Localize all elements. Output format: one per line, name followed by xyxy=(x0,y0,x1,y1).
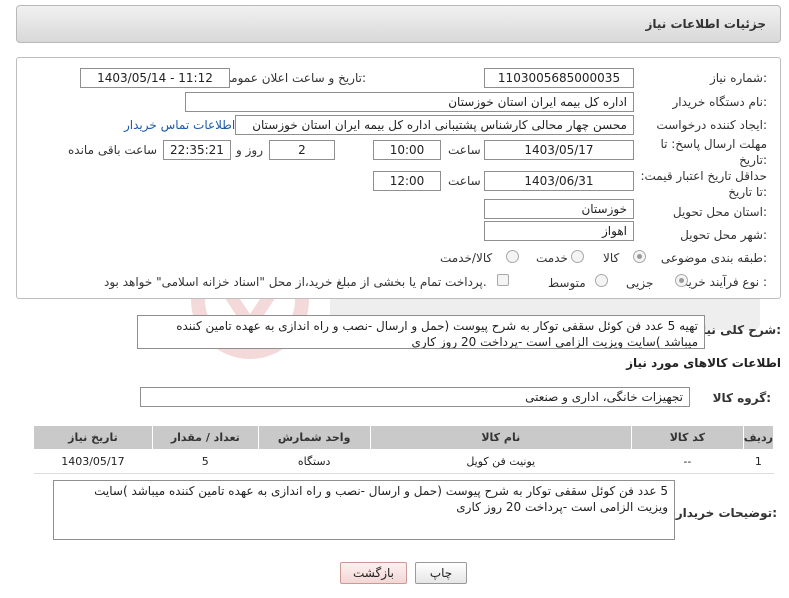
cell-code: -- xyxy=(631,449,744,474)
province-label: استان محل تحویل: xyxy=(672,205,767,219)
creator-label: ایجاد کننده درخواست: xyxy=(656,118,767,132)
summary-label: شرح کلی نیاز: xyxy=(695,323,781,337)
days-field: 2 xyxy=(269,140,335,160)
category-radio-both[interactable] xyxy=(506,250,519,263)
goods-table: ردیف کد کالا نام کالا واحد شمارش تعداد /… xyxy=(33,425,775,474)
creator-field: محسن چهار محالی کارشناس پشتیبانی اداره ک… xyxy=(235,115,634,135)
col-date: تاریخ نیاز xyxy=(33,425,153,450)
process-option-medium: متوسط xyxy=(548,276,586,290)
category-option-service: خدمت xyxy=(536,251,568,265)
category-radio-service[interactable] xyxy=(571,250,584,263)
remaining-time-field: 22:35:21 xyxy=(163,140,231,160)
col-qty: تعداد / مقدار xyxy=(151,425,259,450)
cell-row: 1 xyxy=(743,449,774,474)
deadline-date-field: 1403/05/17 xyxy=(484,140,634,160)
buyer-notes-label: توضیحات خریدار: xyxy=(675,506,777,520)
validity-date-field: 1403/06/31 xyxy=(484,171,634,191)
need-number-label: شماره نیاز: xyxy=(709,71,767,85)
summary-textarea: تهیه 5 عدد فن کوئل سقفی توکار به شرح پیو… xyxy=(137,315,705,349)
category-option-both: کالا/خدمت xyxy=(440,251,493,265)
cell-name: یونیت فن کویل xyxy=(370,449,632,474)
deadline-label: مهلت ارسال پاسخ: تا تاریخ: xyxy=(660,137,767,167)
goods-group-label: گروه کالا: xyxy=(712,391,771,405)
cell-qty: 5 xyxy=(152,449,259,474)
contact-info-link[interactable]: اطلاعات تماس خریدار xyxy=(124,118,235,132)
city-field: اهواز xyxy=(484,221,634,241)
deadline-time-label: ساعت xyxy=(448,143,481,157)
buyer-org-label: نام دستگاه خریدار: xyxy=(672,95,768,109)
validity-label: حداقل تاریخ اعتبار قیمت: تا تاریخ: xyxy=(640,169,767,199)
city-label: شهر محل تحویل: xyxy=(680,228,767,242)
process-label: نوع فرآیند خرید : xyxy=(682,275,767,289)
cell-unit: دستگاه xyxy=(258,449,371,474)
need-number-field: 1103005685000035 xyxy=(484,68,634,88)
print-button[interactable]: چاپ xyxy=(415,562,467,584)
announce-field: 1403/05/14 - 11:12 xyxy=(80,68,230,88)
treasury-payment-note: پرداخت تمام یا بخشی از مبلغ خرید،از محل … xyxy=(104,275,487,289)
col-unit: واحد شمارش xyxy=(257,425,371,450)
col-row: ردیف xyxy=(742,425,775,450)
deadline-time-field: 10:00 xyxy=(373,140,441,160)
announce-label: تاریخ و ساعت اعلان عمومی: xyxy=(221,71,366,85)
table-row: 1 -- یونیت فن کویل دستگاه 5 1403/05/17 xyxy=(33,449,774,474)
validity-time-label: ساعت xyxy=(448,174,481,188)
province-field: خوزستان xyxy=(484,199,634,219)
process-radio-minor[interactable] xyxy=(675,274,688,287)
treasury-payment-checkbox[interactable] xyxy=(497,274,509,286)
buyer-notes-textarea: 5 عدد فن کوئل سقفی توکار به شرح پیوست (ح… xyxy=(53,480,675,540)
col-code: کد کالا xyxy=(631,425,744,450)
process-radio-medium[interactable] xyxy=(595,274,608,287)
days-label: روز و xyxy=(236,143,263,157)
validity-time-field: 12:00 xyxy=(373,171,441,191)
page-header: جزئیات اطلاعات نیاز xyxy=(16,5,781,43)
process-option-minor: جزیی xyxy=(626,276,654,290)
back-button[interactable]: بازگشت xyxy=(340,562,407,584)
category-radio-goods[interactable] xyxy=(633,250,646,263)
category-option-goods: کالا xyxy=(603,251,620,265)
buyer-org-field: اداره کل بیمه ایران استان خوزستان xyxy=(185,92,634,112)
col-name: نام کالا xyxy=(369,425,633,450)
cell-date: 1403/05/17 xyxy=(33,449,153,474)
page-title: جزئیات اطلاعات نیاز xyxy=(645,17,766,31)
remaining-label: ساعت باقی مانده xyxy=(68,143,158,157)
goods-section-title: اطلاعات کالاهای مورد نیاز xyxy=(626,356,781,370)
goods-group-field: تجهیزات خانگی، اداری و صنعتی xyxy=(140,387,690,407)
category-label: طبقه بندی موضوعی: xyxy=(660,251,767,265)
